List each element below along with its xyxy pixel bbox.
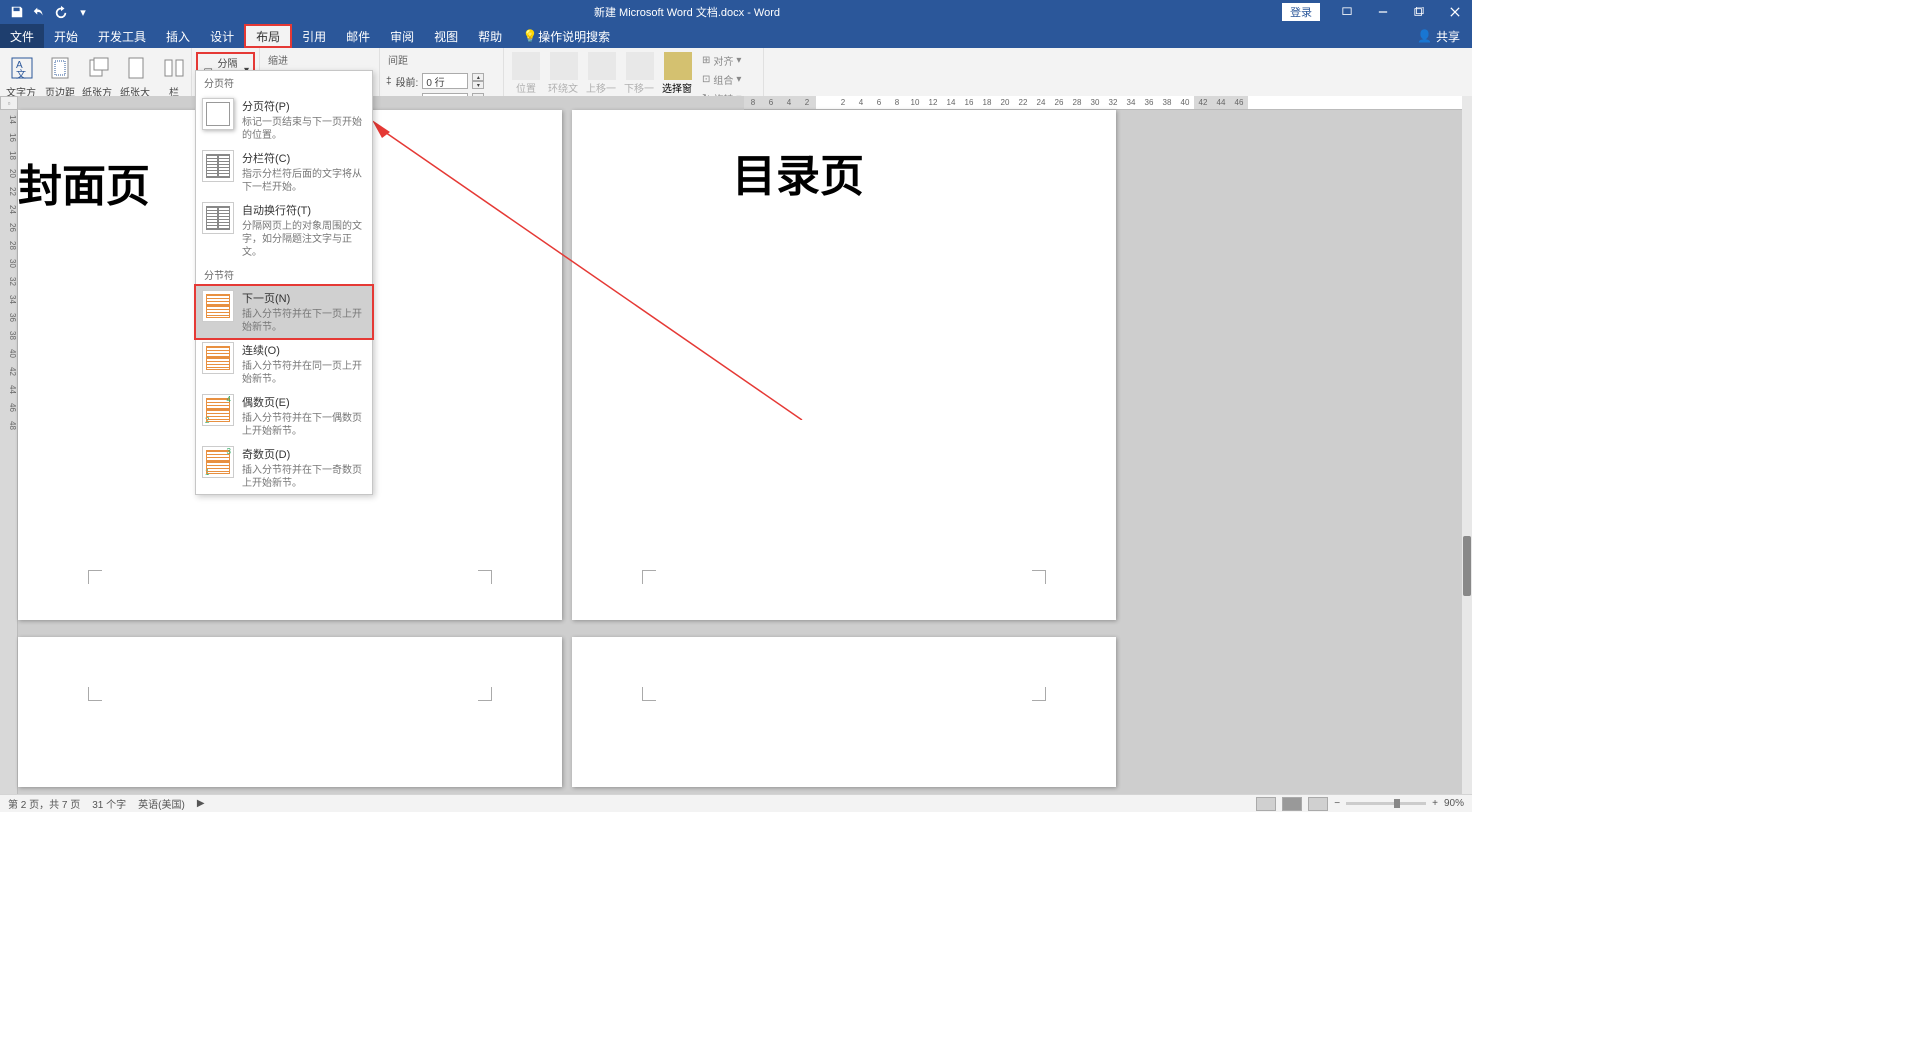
spacing-before-input[interactable]: 0 行	[422, 73, 468, 89]
menu-bar: 文件 开始 开发工具 插入 设计 布局 引用 邮件 审阅 视图 帮助 💡 操作说…	[0, 24, 1472, 48]
text-wrapping-break-item[interactable]: 自动换行符(T)分隔网页上的对象周围的文字，如分隔题注文字与正文。	[196, 198, 372, 263]
forward-icon	[588, 52, 616, 80]
tell-me-label: 操作说明搜索	[538, 28, 610, 45]
web-layout-button[interactable]	[1308, 797, 1328, 811]
column-break-item[interactable]: 分栏符(C)指示分栏符后面的文字将从下一栏开始。	[196, 146, 372, 198]
page-break-item[interactable]: 分页符(P)标记一页结束与下一页开始的位置。	[196, 94, 372, 146]
spacing-before-label: 段前:	[396, 74, 419, 89]
margins-icon	[44, 52, 76, 84]
odd-page-break-item[interactable]: 13 奇数页(D)插入分节符并在下一奇数页上开始新节。	[196, 442, 372, 494]
menu-developer[interactable]: 开发工具	[88, 24, 156, 48]
menu-design[interactable]: 设计	[200, 24, 244, 48]
svg-text:文: 文	[16, 68, 26, 81]
page-2[interactable]: 目录页	[572, 110, 1116, 620]
spinner-up[interactable]: ▴	[472, 73, 484, 81]
page-2-content: 目录页	[732, 140, 864, 204]
menu-view[interactable]: 视图	[424, 24, 468, 48]
page-1-content: 封面页	[18, 150, 150, 214]
status-bar: 第 2 页，共 7 页 31 个字 英语(美国) ▶ − + 90%	[0, 794, 1472, 812]
position-icon	[512, 52, 540, 80]
lightbulb-icon: 💡	[522, 28, 538, 44]
menu-home[interactable]: 开始	[44, 24, 88, 48]
zoom-out-button[interactable]: −	[1334, 798, 1340, 809]
even-page-icon: 24	[202, 394, 234, 426]
page-count[interactable]: 第 2 页，共 7 页	[8, 796, 80, 811]
language[interactable]: 英语(美国)	[138, 796, 185, 811]
menu-references[interactable]: 引用	[292, 24, 336, 48]
odd-page-icon: 13	[202, 446, 234, 478]
text-wrap-icon	[202, 202, 234, 234]
document-title: 新建 Microsoft Word 文档.docx - Word	[92, 4, 1282, 20]
orientation-icon	[82, 52, 114, 84]
menu-review[interactable]: 审阅	[380, 24, 424, 48]
paper-size-icon	[120, 52, 152, 84]
menu-help[interactable]: 帮助	[468, 24, 512, 48]
minimize-icon[interactable]	[1366, 0, 1400, 24]
breaks-dropdown: 分页符 分页符(P)标记一页结束与下一页开始的位置。 分栏符(C)指示分栏符后面…	[195, 70, 373, 495]
page-4[interactable]	[572, 637, 1116, 787]
menu-file[interactable]: 文件	[0, 24, 44, 48]
zoom-level[interactable]: 90%	[1444, 798, 1464, 809]
login-button[interactable]: 登录	[1282, 3, 1320, 21]
next-page-break-item[interactable]: 下一页(N)插入分节符并在下一页上开始新节。	[194, 284, 374, 340]
align-button[interactable]: ⊞对齐▾	[698, 52, 745, 69]
vertical-ruler[interactable]: 141618202224262830323436384042444648	[0, 110, 18, 794]
close-icon[interactable]	[1438, 0, 1472, 24]
chevron-down-icon: ▾	[736, 55, 741, 66]
undo-icon[interactable]	[30, 3, 48, 21]
columns-button[interactable]: 栏	[156, 50, 192, 101]
page-break-icon	[202, 98, 234, 130]
group-icon: ⊡	[702, 74, 710, 85]
ribbon-options-icon[interactable]	[1330, 0, 1364, 24]
share-button[interactable]: 共享	[1436, 28, 1460, 45]
next-page-icon	[202, 290, 234, 322]
selection-icon	[664, 52, 692, 80]
continuous-icon	[202, 342, 234, 374]
print-layout-button[interactable]	[1282, 797, 1302, 811]
group-button: ⊡组合▾	[698, 71, 745, 88]
columns-icon	[158, 52, 190, 84]
word-count[interactable]: 31 个字	[92, 796, 126, 811]
title-bar: ▾ 新建 Microsoft Word 文档.docx - Word 登录	[0, 0, 1472, 24]
menu-insert[interactable]: 插入	[156, 24, 200, 48]
continuous-break-item[interactable]: 连续(O)插入分节符并在同一页上开始新节。	[196, 338, 372, 390]
backward-icon	[626, 52, 654, 80]
tell-me-search[interactable]: 💡 操作说明搜索	[512, 24, 620, 48]
vertical-scrollbar[interactable]	[1462, 96, 1472, 794]
spinner-down[interactable]: ▾	[472, 81, 484, 89]
share-icon: 👤	[1417, 29, 1432, 43]
align-icon: ⊞	[702, 55, 710, 66]
qat-more-icon[interactable]: ▾	[74, 3, 92, 21]
menu-mailings[interactable]: 邮件	[336, 24, 380, 48]
page-breaks-section: 分页符	[196, 71, 372, 94]
wrap-icon	[550, 52, 578, 80]
scrollbar-thumb[interactable]	[1463, 536, 1471, 596]
zoom-in-button[interactable]: +	[1432, 798, 1438, 809]
indent-label: 缩进	[264, 52, 292, 67]
position-button: 位置	[508, 50, 544, 97]
even-page-break-item[interactable]: 24 偶数页(E)插入分节符并在下一偶数页上开始新节。	[196, 390, 372, 442]
ruler-corner[interactable]: ▫	[0, 96, 18, 110]
maximize-icon[interactable]	[1402, 0, 1436, 24]
margins-button[interactable]: 页边距	[42, 50, 78, 101]
spacing-label: 间距	[384, 52, 412, 70]
save-icon[interactable]	[8, 3, 26, 21]
menu-layout[interactable]: 布局	[244, 24, 292, 48]
redo-icon[interactable]	[52, 3, 70, 21]
column-break-icon	[202, 150, 234, 182]
page-3[interactable]	[18, 637, 562, 787]
read-mode-button[interactable]	[1256, 797, 1276, 811]
macro-icon[interactable]: ▶	[197, 798, 205, 809]
horizontal-ruler[interactable]: 8642246810121416182022242628303234363840…	[744, 96, 1462, 110]
before-icon: ‡	[386, 76, 392, 87]
section-breaks-section: 分节符	[196, 263, 372, 286]
text-direction-icon: A文	[6, 52, 38, 84]
zoom-slider[interactable]	[1346, 802, 1426, 805]
